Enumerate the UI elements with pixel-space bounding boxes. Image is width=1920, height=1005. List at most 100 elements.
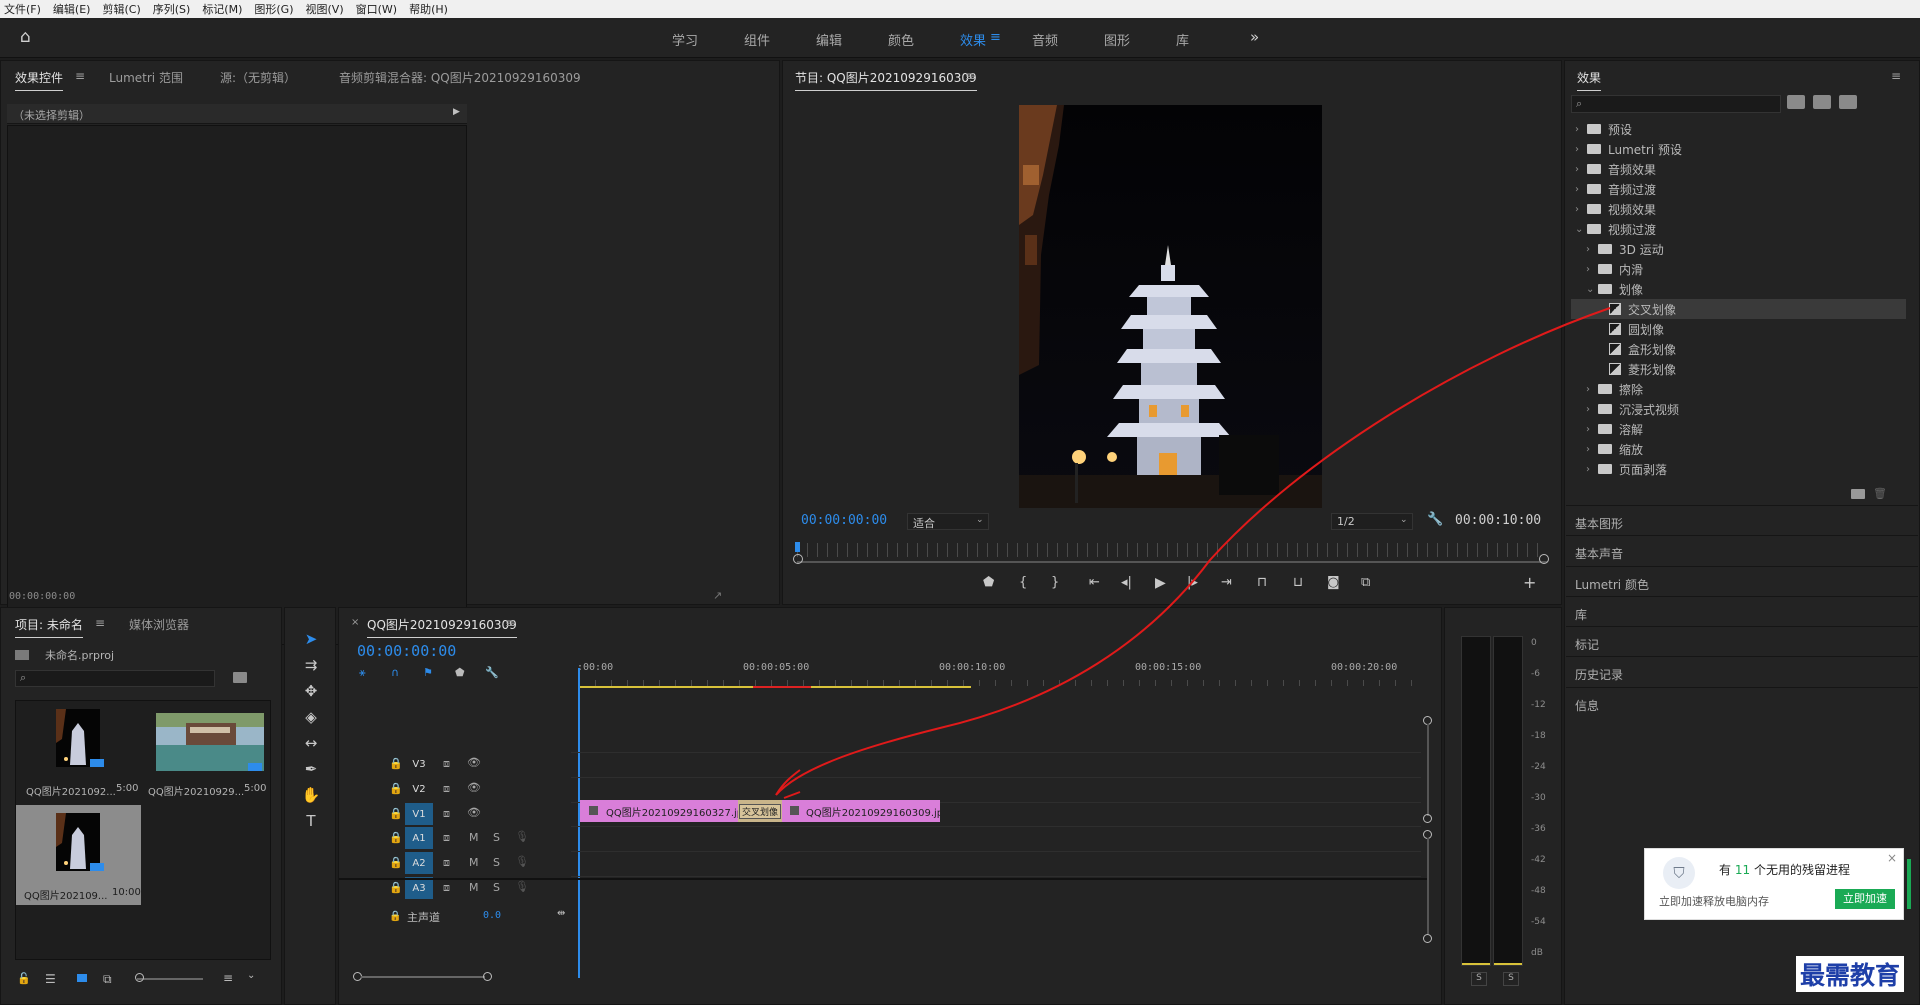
slip-tool-icon[interactable]: ↔ [300, 734, 322, 752]
button-editor-icon[interactable]: + [1523, 573, 1536, 592]
v-scrollbar[interactable] [1427, 838, 1429, 934]
track-lock-icon[interactable]: 🔒 [389, 782, 403, 795]
microphone-icon[interactable]: 🎙 [515, 855, 529, 868]
list-view-icon[interactable]: ☰ [45, 972, 56, 986]
menu-item[interactable]: 文件(F) [4, 1, 41, 17]
side-panel-tab[interactable]: 信息 [1575, 697, 1599, 714]
transition-block[interactable]: 交叉划像 [738, 800, 782, 822]
mark-in-icon[interactable]: { [1019, 575, 1027, 590]
solo-left-button[interactable]: S [1471, 972, 1487, 986]
freeform-view-icon[interactable]: ⧉ [103, 972, 112, 987]
effects-tree-item[interactable]: › 沉浸式视频 [1571, 399, 1906, 419]
panel-menu-icon[interactable]: ≡ [1891, 69, 1901, 83]
playhead-marker[interactable] [795, 542, 800, 552]
workspace-tab[interactable]: 学习 [672, 30, 698, 49]
delete-icon[interactable]: 🗑 [1873, 487, 1887, 500]
menu-item[interactable]: 编辑(E) [53, 1, 91, 17]
extract-icon[interactable]: ⊔ [1293, 575, 1303, 590]
effects-tree-item[interactable]: 交叉划像 [1571, 299, 1906, 319]
new-bin-icon[interactable] [1851, 489, 1865, 499]
menu-item[interactable]: 视图(V) [306, 1, 344, 17]
workspace-tab[interactable]: 音频 [1032, 30, 1058, 49]
export-frame-icon[interactable]: ↗ [713, 589, 722, 602]
master-value[interactable]: 0.0 [483, 910, 501, 921]
chevron-right-icon[interactable]: › [1586, 444, 1598, 455]
effects-tree-item[interactable]: 圆划像 [1571, 319, 1906, 339]
effects-tree-item[interactable]: ⌄ 视频过渡 [1571, 219, 1906, 239]
close-icon[interactable]: × [351, 617, 359, 628]
workspace-tab[interactable]: 效果 [960, 30, 986, 49]
panel-menu-icon[interactable]: ≡ [75, 69, 85, 83]
effects-tree-item[interactable]: 菱形划像 [1571, 359, 1906, 379]
hand-tool-icon[interactable]: ✋ [300, 786, 322, 804]
timeline-timecode[interactable]: 00:00:00:00 [357, 642, 456, 660]
step-back-icon[interactable]: ◂| [1121, 575, 1132, 590]
chevron-right-icon[interactable]: › [1586, 264, 1598, 275]
effects-search-input[interactable]: ⌕ [1571, 95, 1781, 113]
play-icon[interactable]: ▶ [1155, 575, 1166, 591]
project-item[interactable]: QQ图片2021092... 5:00 [16, 701, 141, 805]
menu-item[interactable]: 帮助(H) [409, 1, 448, 17]
side-panel-tab[interactable]: 历史记录 [1575, 666, 1623, 683]
wrench-icon[interactable]: 🔧 [1427, 512, 1443, 527]
go-to-in-icon[interactable]: ⇤ [1089, 575, 1100, 590]
zoom-slider[interactable] [137, 978, 203, 980]
timeline-tab[interactable]: QQ图片20210929160309 [367, 616, 517, 638]
mark-out-icon[interactable]: } [1051, 575, 1059, 590]
menu-item[interactable]: 剪辑(C) [102, 1, 140, 17]
zoom-handle-right[interactable] [1539, 554, 1549, 564]
tab-effect-controls[interactable]: 效果控件 [15, 69, 64, 91]
v-scroll-handle-bottom[interactable] [1423, 934, 1432, 943]
menu-item[interactable]: 标记(M) [202, 1, 242, 17]
tab-source[interactable]: 源:（无剪辑） [220, 69, 296, 86]
track-lock-icon[interactable]: 🔒 [389, 807, 403, 820]
program-monitor-title[interactable]: 节目: QQ图片20210929160309 [795, 69, 977, 91]
chevron-right-icon[interactable]: › [1586, 404, 1598, 415]
chevron-right-icon[interactable]: › [1575, 124, 1587, 135]
timeline-clip[interactable]: QQ图片20210929160309.jpg [782, 800, 940, 822]
fit-dropdown[interactable]: 适合 ⌄ [907, 513, 989, 530]
v-scroll-handle-bottom[interactable] [1423, 814, 1432, 823]
solo-button[interactable]: S [493, 856, 500, 869]
effects-tree-item[interactable]: › Lumetri 预设 [1571, 139, 1906, 159]
zoom-handle-left[interactable] [793, 554, 803, 564]
go-to-out-icon[interactable]: ⇥ [1221, 575, 1232, 590]
workspace-tab[interactable]: 库 [1176, 30, 1189, 49]
master-lock-icon[interactable]: 🔒 [389, 911, 401, 922]
wrench-icon[interactable]: 🔧 [485, 666, 499, 679]
add-marker-icon[interactable]: ⬟ [983, 575, 994, 590]
menu-item[interactable]: 窗口(W) [356, 1, 397, 17]
chevron-right-icon[interactable]: › [1586, 424, 1598, 435]
panel-menu-icon[interactable]: ≡ [95, 616, 105, 630]
workspace-tab[interactable]: 组件 [744, 30, 770, 49]
lock-icon[interactable]: 🔓 [17, 972, 31, 985]
track-lane[interactable] [571, 752, 1421, 776]
effects-tree-item[interactable]: › 缩放 [1571, 439, 1906, 459]
effects-tree-item[interactable]: › 页面剥落 [1571, 459, 1906, 479]
add-marker-icon[interactable]: ⬟ [455, 666, 465, 679]
track-sync-icon[interactable]: ⧈ [443, 782, 450, 796]
effects-tree-item[interactable]: › 音频过渡 [1571, 179, 1906, 199]
compare-view-icon[interactable]: ⧉ [1361, 575, 1370, 590]
go-to-end-icon[interactable]: ⇹ [557, 908, 565, 919]
icon-view-icon[interactable] [77, 974, 87, 982]
pen-tool-icon[interactable]: ✒ [300, 760, 322, 778]
32bit-effects-icon[interactable] [1813, 95, 1831, 109]
track-target-a3[interactable]: A3 [405, 877, 433, 899]
workspace-tab[interactable]: 编辑 [816, 30, 842, 49]
v-scrollbar[interactable] [1427, 724, 1429, 816]
track-select-tool-icon[interactable]: ⇉ [300, 656, 322, 674]
side-panel-tab[interactable]: 基本声音 [1575, 545, 1623, 562]
side-panel-tab[interactable]: 基本图形 [1575, 515, 1623, 532]
mute-button[interactable]: M [469, 881, 479, 894]
effects-tree-item[interactable]: ⌄ 划像 [1571, 279, 1906, 299]
accelerated-effects-icon[interactable] [1787, 95, 1805, 109]
track-lane[interactable] [571, 777, 1421, 801]
razor-tool-icon[interactable]: ◈ [300, 708, 322, 726]
track-sync-icon[interactable]: ⧈ [443, 807, 450, 821]
menu-item[interactable]: 序列(S) [153, 1, 191, 17]
solo-button[interactable]: S [493, 831, 500, 844]
chevron-right-icon[interactable]: › [1586, 244, 1598, 255]
eye-icon[interactable]: 👁 [467, 756, 481, 769]
speed-up-button[interactable]: 立即加速 [1835, 889, 1895, 909]
